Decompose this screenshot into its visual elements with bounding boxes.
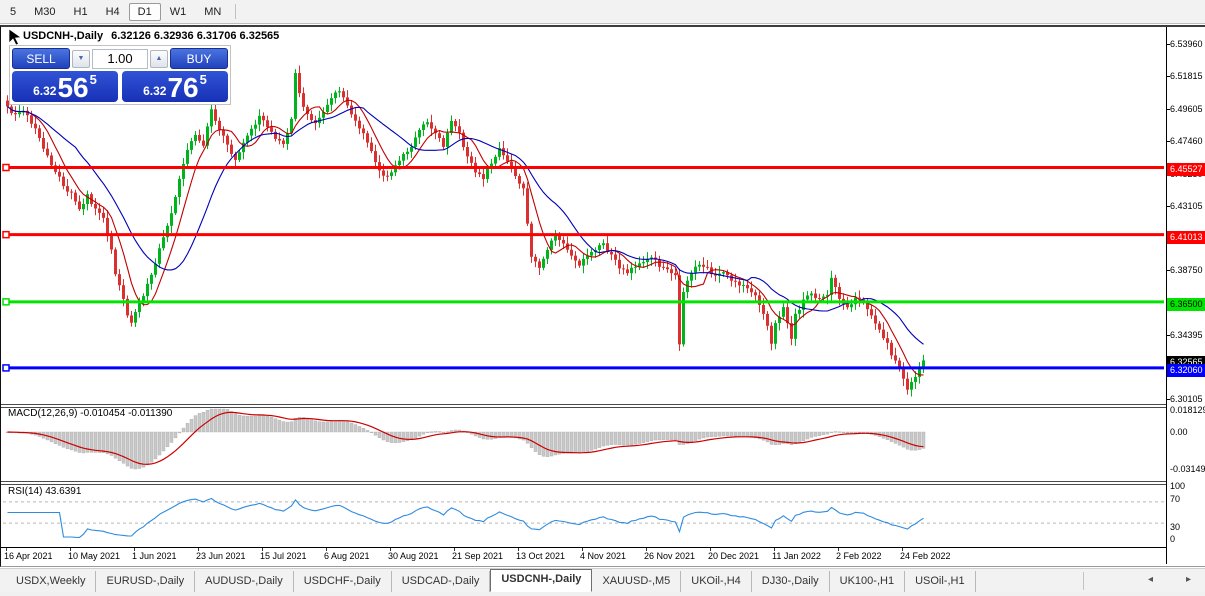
chart-window: USDCNH-,Daily 6.32126 6.32936 6.31706 6.3… [0,25,1205,567]
date-tick-label: 26 Nov 2021 [644,551,696,561]
price-tick-label: 6.30105 [1170,394,1203,404]
date-tick-label: 24 Feb 2022 [900,551,951,561]
chart-tab-usdcad-daily[interactable]: USDCAD-,Daily [392,571,491,592]
date-tick-label: 11 Jan 2022 [772,551,821,561]
date-tick-label: 16 Apr 2021 [4,551,53,561]
price-badge: 6.45527 [1167,163,1205,176]
rsi-axis-label: 0 [1170,534,1176,544]
price-tick-label: 6.43105 [1170,201,1203,211]
mouse-cursor-icon [8,28,22,46]
buy-price-small: 6.32 [143,84,167,98]
chart-tab-xauusd-m5[interactable]: XAUUSD-,M5 [592,571,682,592]
macd-axis-label: -0.031495 [1170,464,1205,474]
timeframe-button-5[interactable]: 5 [1,3,25,21]
sell-price-small: 6.32 [33,84,57,98]
price-tick-label: 6.38750 [1170,265,1203,275]
chart-tab-usdchf-daily[interactable]: USDCHF-,Daily [294,571,392,592]
volume-decrease-button[interactable]: ▼ [72,49,90,68]
sell-price-big: 56 [57,72,89,103]
date-tick-label: 21 Sep 2021 [452,551,504,561]
date-tick-label: 13 Oct 2021 [516,551,566,561]
timeframe-button-h4[interactable]: H4 [97,3,129,21]
tabbar-divider [1083,572,1084,590]
date-tick-label: 2 Feb 2022 [836,551,882,561]
rsi-axis-label: 100 [1170,481,1186,491]
date-tick-label: 23 Jun 2021 [196,551,246,561]
chart-tab-usoil-h1[interactable]: USOil-,H1 [905,571,976,592]
one-click-trade-panel: SELL ▼ 1.00 ▲ BUY 6.32 56 5 6.32 76 5 [9,45,231,105]
price-badge: 6.32060 [1167,364,1205,377]
timeframe-toolbar: 5 M30 H1 H4 D1 W1 MN [0,0,1205,24]
date-tick-label: 4 Nov 2021 [580,551,627,561]
price-badge: 6.36500 [1167,298,1205,311]
timeframe-button-w1[interactable]: W1 [161,3,196,21]
macd-axis-label: 0.00 [1170,427,1188,437]
date-tick-label: 6 Aug 2021 [324,551,370,561]
date-tick-label: 10 May 2021 [68,551,121,561]
macd-panel[interactable] [1,408,1166,481]
timeframe-button-h1[interactable]: H1 [65,3,97,21]
price-tick-label: 6.49605 [1170,104,1203,114]
rsi-label: RSI(14) 43.6391 [8,486,82,497]
buy-price-big: 76 [167,72,199,103]
tab-scroll-right-icon[interactable]: ▸ [1186,574,1191,585]
sell-price-sup: 5 [89,72,97,87]
buy-price-sup: 5 [199,72,207,87]
rsi-axis-label: 30 [1170,522,1181,532]
rsi-axis-label: 70 [1170,494,1181,504]
chart-tab-uk100-h1[interactable]: UK100-,H1 [830,571,906,592]
chart-ohlc-values: 6.32126 6.32936 6.31706 6.32565 [111,30,280,42]
price-tick-label: 6.53960 [1170,39,1203,49]
price-tick-label: 6.34395 [1170,330,1203,340]
tab-scroll-left-icon[interactable]: ◂ [1148,574,1153,585]
mt4-window: 5 M30 H1 H4 D1 W1 MN USDCNH-,Daily 6.32126 6.32… [0,0,1205,596]
panel-separator-macd[interactable] [1,404,1166,408]
buy-price-box[interactable]: 6.32 76 5 [122,71,228,102]
price-axis: 6.539606.518156.496056.474606.452506.431… [1166,27,1205,564]
volume-increase-button[interactable]: ▲ [150,49,168,68]
chart-tab-dj30-daily[interactable]: DJ30-,Daily [752,571,830,592]
chart-title: USDCNH-,Daily 6.32126 6.32936 6.31706 6.3… [23,30,279,42]
timeframe-button-d1[interactable]: D1 [128,2,161,21]
chart-tab-usdcnh-daily[interactable]: USDCNH-,Daily [490,569,593,592]
date-tick-label: 20 Dec 2021 [708,551,760,561]
macd-axis-label: 0.018129 [1170,405,1205,415]
date-tick-label: 15 Jul 2021 [260,551,307,561]
chart-symbol-label: USDCNH-,Daily [23,30,104,42]
date-axis: 16 Apr 2021 10 May 2021 1 Jun 2021 23 Jun 2… [1,547,1166,565]
status-bar [0,592,1205,596]
chart-tab-bar: ◂ ▸ USDX,Weekly EURUSD-,Daily AUDUSD-,Dail… [0,568,1205,592]
date-tick-label: 30 Aug 2021 [388,551,439,561]
chart-tab-audusd-daily[interactable]: AUDUSD-,Daily [195,571,294,592]
panel-separator-rsi[interactable] [1,481,1166,485]
buy-button[interactable]: BUY [170,48,228,69]
price-tick-label: 6.51815 [1170,71,1203,81]
date-tick-label: 1 Jun 2021 [132,551,177,561]
timeframe-button-mn[interactable]: MN [195,3,230,21]
price-badge: 6.41013 [1167,231,1205,244]
sell-button[interactable]: SELL [12,48,70,69]
timeframe-button-m30[interactable]: M30 [25,3,64,21]
price-tick-label: 6.47460 [1170,136,1203,146]
macd-label: MACD(12,26,9) -0.010454 -0.011390 [8,408,173,419]
chart-tab-ukoil-h4[interactable]: UKOil-,H4 [681,571,752,592]
sell-price-box[interactable]: 6.32 56 5 [12,71,118,102]
chart-tab-eurusd-daily[interactable]: EURUSD-,Daily [96,571,196,592]
toolbar-separator [235,4,237,19]
volume-input[interactable]: 1.00 [92,48,148,69]
rsi-panel[interactable] [1,485,1166,547]
chart-tab-usdx-weekly[interactable]: USDX,Weekly [6,571,97,592]
